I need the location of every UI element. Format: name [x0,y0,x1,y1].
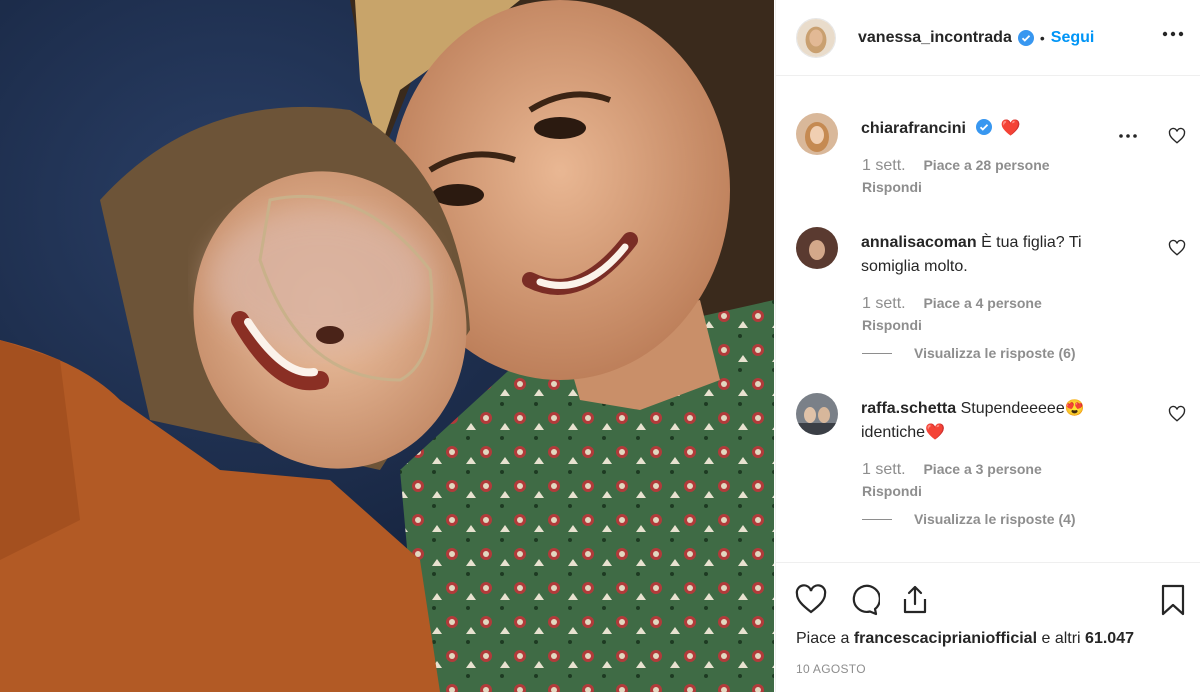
share-icon[interactable] [898,583,932,617]
header-separator: • [1039,29,1045,46]
comments-list[interactable]: chiarafrancini ❤️ 1 sett. Piace a 28 per… [776,77,1200,561]
bookmark-icon[interactable] [1156,583,1190,617]
view-replies-label: Visualizza le risposte (4) [914,511,1076,527]
comment-time[interactable]: 1 sett. [862,461,906,478]
more-icon[interactable] [1159,22,1187,46]
replies-divider-line [862,518,892,520]
reply-button[interactable]: Rispondi [862,483,922,499]
comment-likes[interactable]: Piace a 4 persone [923,295,1041,311]
view-replies-button[interactable]: Visualizza le risposte (4) [862,511,1076,527]
post-side-panel: vanessa_incontrada • Segui chiarafrancin… [775,0,1200,692]
comment-likes[interactable]: Piace a 28 persone [923,157,1049,173]
likes-user[interactable]: francescaciprianiofficial [854,630,1037,647]
follow-button[interactable]: Segui [1051,29,1095,47]
commenter-avatar[interactable] [796,393,838,435]
likes-suffix: e altri [1041,630,1081,647]
comment-item: chiarafrancini ❤️ 1 sett. Piace a 28 per… [796,113,1186,233]
comment-like-icon[interactable] [1168,239,1186,257]
comment-icon[interactable] [846,583,880,617]
author-avatar[interactable] [796,17,836,58]
replies-divider-line [862,352,892,354]
post-photo-image [0,0,774,692]
comment-meta: 1 sett. Piace a 3 persone [862,461,1042,479]
author-username[interactable]: vanessa_incontrada [858,29,1012,47]
comment-emoji: ❤️ [1000,120,1021,137]
commenter-avatar[interactable] [796,113,838,155]
commenter-username[interactable]: annalisacoman [861,234,977,251]
commenter-avatar[interactable] [796,227,838,269]
comment-meta: 1 sett. Piace a 28 persone [862,157,1050,175]
reply-button[interactable]: Rispondi [862,179,922,195]
comment-text: raffa.schetta Stupendeeeee😍 identiche❤️ [861,397,1131,445]
comment-item: annalisacoman È tua figlia? Ti somiglia … [796,227,1186,367]
commenter-username[interactable]: chiarafrancini [861,120,966,137]
likes-prefix: Piace a [796,630,850,647]
comment-text: annalisacoman È tua figlia? Ti somiglia … [861,231,1131,279]
post-photo[interactable] [0,0,774,692]
reply-button[interactable]: Rispondi [862,317,922,333]
post-header: vanessa_incontrada • Segui [776,0,1200,76]
likes-summary: Piace a francescaciprianiofficial e altr… [796,630,1134,648]
view-replies-label: Visualizza le risposte (6) [914,345,1076,361]
comment-time[interactable]: 1 sett. [862,295,906,312]
heart-icon[interactable] [794,583,828,617]
view-replies-button[interactable]: Visualizza le risposte (6) [862,345,1076,361]
post-date[interactable]: 10 AGOSTO [796,662,866,676]
comment-likes[interactable]: Piace a 3 persone [923,461,1041,477]
comment-meta: 1 sett. Piace a 4 persone [862,295,1042,313]
verified-badge-icon [1017,29,1034,46]
comment-text: chiarafrancini ❤️ [861,117,1131,141]
commenter-username[interactable]: raffa.schetta [861,400,956,417]
comment-like-icon[interactable] [1168,405,1186,423]
comment-item: raffa.schetta Stupendeeeee😍 identiche❤️ … [796,393,1186,533]
comment-more-icon[interactable] [1116,127,1140,145]
post-actions: Piace a francescaciprianiofficial e altr… [776,562,1200,692]
comment-time[interactable]: 1 sett. [862,157,906,174]
comment-like-icon[interactable] [1168,127,1186,145]
verified-badge-icon [976,119,993,135]
likes-count[interactable]: 61.047 [1085,630,1134,647]
